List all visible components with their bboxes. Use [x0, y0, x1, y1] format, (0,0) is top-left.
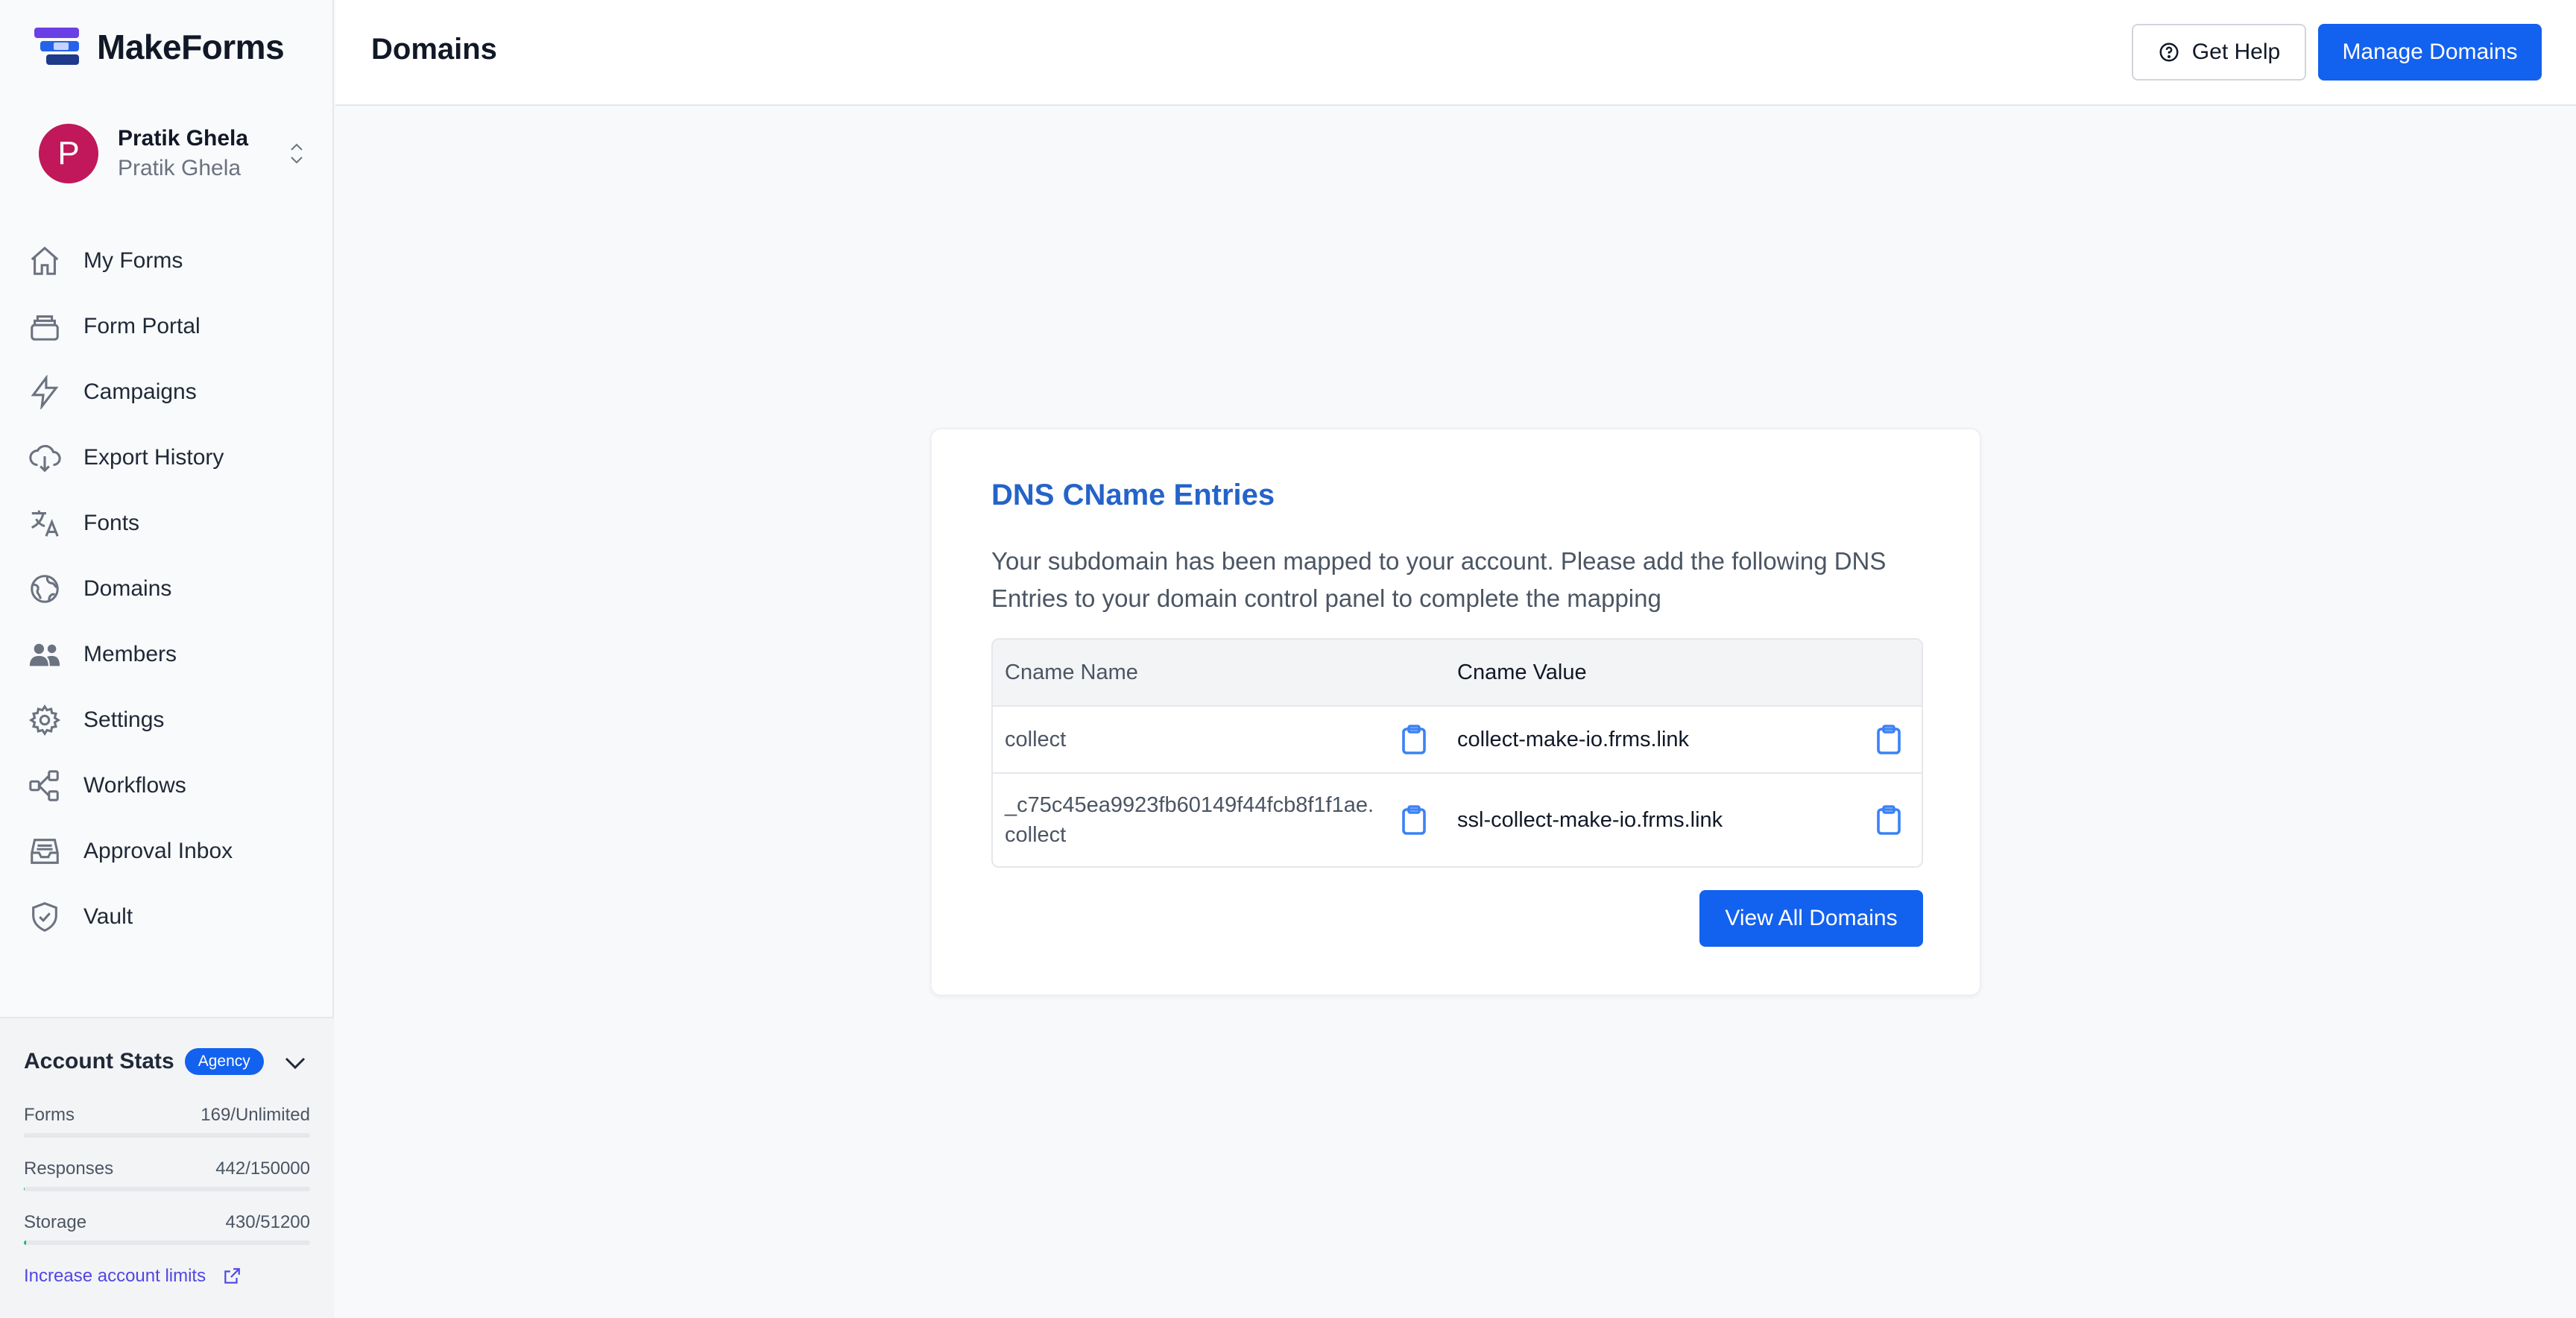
sidebar-item-approval-inbox[interactable]: Approval Inbox [27, 819, 310, 884]
makeforms-logo-icon [34, 28, 79, 66]
sidebar-item-label: Form Portal [83, 314, 201, 338]
table-header: Cname Name Cname Value [993, 640, 1922, 707]
sidebar-item-settings[interactable]: Settings [27, 687, 310, 753]
globe-icon [27, 571, 63, 607]
stat-progress-fill [24, 1187, 25, 1191]
sidebar-item-label: Members [83, 642, 177, 666]
sidebar-item-label: Export History [83, 445, 224, 470]
card-title: DNS CName Entries [991, 479, 1275, 511]
sidebar: MakeForms P Pratik Ghela Pratik Ghela My… [0, 0, 334, 1318]
translate-icon [27, 505, 63, 541]
account-workspace: Pratik Ghela [118, 156, 242, 180]
get-help-button[interactable]: Get Help [2132, 24, 2306, 81]
sidebar-item-label: Vault [83, 904, 133, 929]
sidebar-item-members[interactable]: Members [27, 622, 310, 687]
inbox-icon [27, 833, 63, 869]
stat-progress-bar [24, 1240, 310, 1245]
account-switcher[interactable]: P Pratik Ghela Pratik Ghela [39, 122, 307, 185]
stat-value: 430/51200 [225, 1212, 310, 1232]
sidebar-item-campaigns[interactable]: Campaigns [27, 359, 310, 425]
stat-storage: Storage 430/51200 [24, 1212, 310, 1245]
gear-icon [27, 702, 63, 738]
logo[interactable]: MakeForms [34, 27, 285, 67]
increase-limits-label: Increase account limits [24, 1266, 206, 1286]
stat-progress-fill [24, 1240, 27, 1245]
chevron-down-icon[interactable] [282, 1051, 309, 1075]
shield-icon [27, 899, 63, 935]
sidebar-item-label: Approval Inbox [83, 839, 233, 863]
stat-value: 169/Unlimited [201, 1105, 310, 1125]
clipboard-icon[interactable] [1401, 725, 1427, 754]
sidebar-item-fonts[interactable]: Fonts [27, 491, 310, 556]
sidebar-item-vault[interactable]: Vault [27, 884, 310, 950]
sidebar-item-form-portal[interactable]: Form Portal [27, 294, 310, 359]
clipboard-icon[interactable] [1401, 805, 1427, 835]
sidebar-item-label: My Forms [83, 248, 183, 273]
cname-table: Cname Name Cname Value collect collect-m… [991, 638, 1923, 868]
sidebar-item-export-history[interactable]: Export History [27, 425, 310, 491]
plan-badge: Agency [184, 1048, 264, 1075]
cname-value: collect-make-io.frms.link [1457, 728, 1690, 751]
account-name: Pratik Ghela [118, 126, 249, 151]
stat-value: 442/150000 [215, 1158, 310, 1179]
stats-title: Account Stats [24, 1049, 174, 1073]
table-row: collect collect-make-io.frms.link [993, 707, 1922, 774]
stat-forms: Forms 169/Unlimited [24, 1105, 310, 1138]
avatar: P [39, 124, 98, 183]
page-title: Domains [371, 33, 497, 66]
users-icon [27, 637, 63, 672]
sidebar-item-my-forms[interactable]: My Forms [27, 228, 310, 294]
table-row: _c75c45ea9923fb60149f44fcb8f1f1ae. colle… [993, 774, 1922, 866]
stat-label: Responses [24, 1158, 114, 1179]
clipboard-icon[interactable] [1875, 725, 1902, 754]
sidebar-item-label: Campaigns [83, 379, 197, 404]
home-icon [27, 243, 63, 279]
view-all-domains-button[interactable]: View All Domains [1699, 890, 1923, 947]
get-help-label: Get Help [2191, 40, 2281, 64]
increase-limits-link[interactable]: Increase account limits [24, 1266, 242, 1287]
stat-label: Storage [24, 1212, 87, 1232]
sidebar-item-label: Settings [83, 707, 165, 732]
cname-value: ssl-collect-make-io.frms.link [1457, 808, 1723, 832]
dns-card: DNS CName Entries Your subdomain has bee… [930, 428, 1981, 996]
lightning-icon [27, 374, 63, 410]
page-header: Domains Get Help Manage Domains [335, 0, 2576, 106]
cloud-download-icon [27, 440, 63, 476]
card-description: Your subdomain has been mapped to your a… [991, 547, 1887, 612]
external-link-icon [224, 1268, 240, 1284]
help-circle-icon [2159, 42, 2179, 62]
sidebar-item-domains[interactable]: Domains [27, 556, 310, 622]
layers-icon [27, 309, 63, 344]
account-stats: Account Stats Agency Forms 169/Unlimited… [0, 1017, 334, 1318]
column-cname-name: Cname Name [1005, 660, 1138, 684]
sidebar-item-label: Fonts [83, 511, 140, 535]
stat-progress-bar [24, 1187, 310, 1191]
manage-domains-button[interactable]: Manage Domains [2318, 24, 2542, 81]
app-name: MakeForms [97, 28, 285, 66]
column-cname-value: Cname Value [1457, 660, 1587, 684]
workflow-icon [27, 768, 63, 804]
sidebar-item-label: Domains [83, 576, 172, 601]
sidebar-item-workflows[interactable]: Workflows [27, 753, 310, 819]
stat-label: Forms [24, 1105, 75, 1125]
stat-progress-bar [24, 1133, 310, 1138]
sidebar-nav: My Forms Form Portal Campaigns Export Hi… [27, 228, 310, 950]
chevron-updown-icon [291, 143, 303, 164]
sidebar-item-label: Workflows [83, 773, 186, 798]
cname-name: collect [1005, 728, 1067, 751]
clipboard-icon[interactable] [1875, 805, 1902, 835]
stat-responses: Responses 442/150000 [24, 1158, 310, 1191]
cname-name: _c75c45ea9923fb60149f44fcb8f1f1ae. colle… [1005, 793, 1374, 847]
